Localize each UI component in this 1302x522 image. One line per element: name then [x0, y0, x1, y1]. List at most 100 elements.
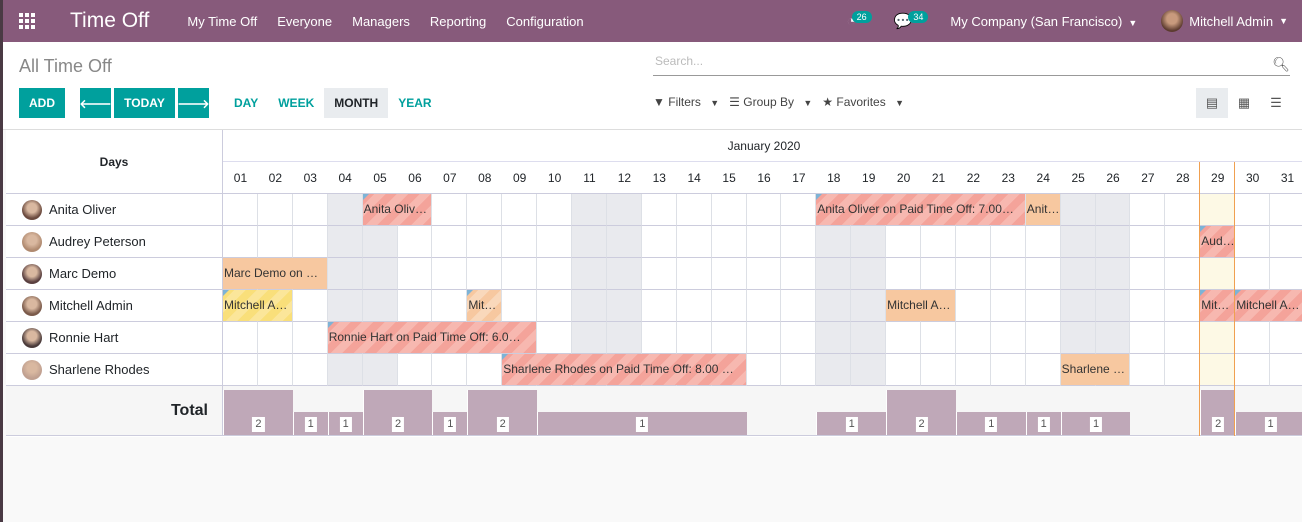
gantt-cell[interactable] — [676, 194, 712, 226]
gantt-cell[interactable] — [711, 322, 747, 354]
gantt-cell[interactable] — [502, 290, 538, 322]
time-off-pill[interactable]: Ronnie Hart on Paid Time Off: 6.0… — [327, 322, 537, 353]
gantt-cell[interactable] — [1165, 226, 1201, 258]
gantt-cell[interactable] — [1025, 258, 1061, 290]
time-off-pill[interactable]: Sharlene … — [1060, 354, 1130, 385]
gantt-cell[interactable] — [781, 290, 817, 322]
gantt-cell[interactable] — [676, 226, 712, 258]
gantt-cell[interactable] — [292, 226, 328, 258]
menu-everyone[interactable]: Everyone — [277, 14, 332, 29]
gantt-cell[interactable] — [781, 354, 817, 386]
time-off-pill[interactable]: Mitchell A… — [886, 290, 955, 321]
gantt-cell[interactable] — [502, 258, 538, 290]
gantt-cell[interactable] — [781, 226, 817, 258]
gantt-cell[interactable] — [921, 322, 956, 354]
scale-year[interactable]: YEAR — [388, 88, 441, 118]
gantt-cell[interactable] — [1270, 226, 1302, 258]
gantt-cell[interactable] — [606, 290, 642, 322]
gantt-cell[interactable] — [1235, 226, 1271, 258]
search-input[interactable]: Search... 🔍︎ — [653, 54, 1290, 76]
gantt-cell[interactable] — [746, 354, 782, 386]
gantt-cell[interactable] — [851, 322, 887, 354]
gantt-cell[interactable] — [223, 226, 258, 258]
gantt-cell[interactable] — [432, 226, 468, 258]
gantt-cell[interactable] — [990, 258, 1026, 290]
gantt-cell[interactable] — [816, 258, 852, 290]
gantt-cell[interactable] — [746, 258, 782, 290]
gantt-cell[interactable] — [327, 290, 363, 322]
gantt-cell[interactable] — [467, 194, 503, 226]
gantt-cell[interactable] — [327, 226, 363, 258]
next-button[interactable]: 🡒 — [177, 88, 210, 118]
gantt-cell[interactable] — [397, 258, 433, 290]
gantt-cell[interactable] — [397, 226, 433, 258]
gantt-cell[interactable] — [537, 258, 573, 290]
gantt-cell[interactable] — [1270, 258, 1302, 290]
gantt-cell[interactable] — [1270, 354, 1302, 386]
gantt-cell[interactable] — [1130, 226, 1166, 258]
gantt-cell[interactable] — [257, 194, 293, 226]
gantt-cell[interactable] — [955, 322, 991, 354]
gantt-cell[interactable] — [537, 226, 573, 258]
gantt-cell[interactable] — [1060, 194, 1096, 226]
gantt-cell[interactable] — [1095, 194, 1131, 226]
time-off-pill[interactable]: Mitchell A… — [1235, 290, 1302, 321]
gantt-cell[interactable] — [1060, 258, 1096, 290]
gantt-cell[interactable] — [1060, 226, 1096, 258]
gantt-cell[interactable] — [292, 290, 328, 322]
gantt-cell[interactable] — [886, 258, 922, 290]
gantt-cell[interactable] — [921, 258, 956, 290]
gantt-cell[interactable] — [921, 354, 956, 386]
gantt-cell[interactable] — [537, 194, 573, 226]
gantt-cell[interactable] — [1165, 258, 1201, 290]
gantt-cell[interactable] — [1270, 194, 1302, 226]
calendar-view-button[interactable]: ▦ — [1228, 88, 1260, 118]
gantt-cell[interactable] — [641, 322, 677, 354]
gantt-cell[interactable] — [851, 226, 887, 258]
favorites-dropdown[interactable]: ★ Favorites ▼ — [822, 95, 904, 109]
gantt-cell[interactable] — [851, 258, 887, 290]
menu-my-time-off[interactable]: My Time Off — [187, 14, 257, 29]
gantt-cell[interactable] — [1130, 322, 1166, 354]
gantt-cell[interactable] — [676, 258, 712, 290]
gantt-cell[interactable] — [1095, 258, 1131, 290]
company-switcher[interactable]: My Company (San Francisco) ▼ — [950, 14, 1137, 29]
gantt-cell[interactable] — [1025, 290, 1061, 322]
gantt-cell[interactable] — [327, 194, 363, 226]
gantt-cell[interactable] — [851, 354, 887, 386]
gantt-cell[interactable] — [606, 194, 642, 226]
gantt-cell[interactable] — [746, 194, 782, 226]
gantt-cell[interactable] — [1130, 194, 1166, 226]
gantt-cell[interactable] — [362, 290, 398, 322]
gantt-cell[interactable] — [746, 226, 782, 258]
gantt-cell[interactable] — [1060, 290, 1096, 322]
gantt-cell[interactable] — [292, 322, 328, 354]
gantt-cell[interactable] — [257, 354, 293, 386]
gantt-cell[interactable] — [1235, 354, 1271, 386]
gantt-cell[interactable] — [641, 290, 677, 322]
messages-button[interactable]: 💬 34 — [894, 11, 929, 30]
add-button[interactable]: ADD — [19, 88, 65, 118]
gantt-cell[interactable] — [781, 322, 817, 354]
time-off-pill[interactable]: Mit… — [467, 290, 502, 321]
gantt-cell[interactable] — [676, 322, 712, 354]
gantt-cell[interactable] — [990, 290, 1026, 322]
user-menu[interactable]: Mitchell Admin ▼ — [1161, 10, 1288, 32]
gantt-cell[interactable] — [711, 258, 747, 290]
gantt-cell[interactable] — [432, 290, 468, 322]
gantt-cell[interactable] — [397, 290, 433, 322]
gantt-cell[interactable] — [223, 194, 258, 226]
gantt-cell[interactable] — [955, 354, 991, 386]
time-off-pill[interactable]: Sharlene Rhodes on Paid Time Off: 8.00 … — [502, 354, 746, 385]
gantt-cell[interactable] — [886, 354, 922, 386]
gantt-cell[interactable] — [1165, 322, 1201, 354]
previous-button[interactable]: 🡐 — [79, 88, 112, 118]
gantt-cell[interactable] — [955, 290, 991, 322]
gantt-cell[interactable] — [502, 194, 538, 226]
gantt-cell[interactable] — [572, 322, 607, 354]
gantt-cell[interactable] — [362, 226, 398, 258]
gantt-cell[interactable] — [572, 226, 607, 258]
gantt-cell[interactable] — [467, 354, 503, 386]
menu-configuration[interactable]: Configuration — [506, 14, 583, 29]
gantt-cell[interactable] — [1165, 194, 1201, 226]
